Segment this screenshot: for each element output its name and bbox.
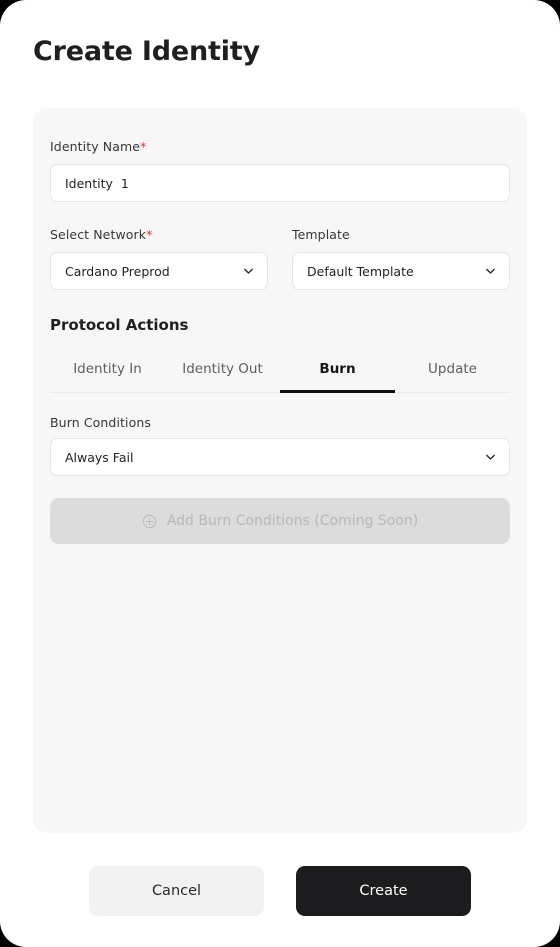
burn-conditions-label: Burn Conditions [50,415,151,430]
template-select[interactable]: Default Template [292,252,510,290]
network-template-row: Select Network* Cardano Preprod Template… [50,227,510,290]
template-field-group: Template Default Template [292,227,510,290]
burn-conditions-field-group: Always Fail [50,438,510,476]
identity-name-field-group: Identity Name* [50,139,510,202]
chevron-down-icon [242,265,255,278]
add-burn-conditions-label: Add Burn Conditions (Coming Soon) [166,513,419,529]
identity-form-card: Identity Name* Select Network* Cardano P… [33,108,527,833]
protocol-actions-heading: Protocol Actions [50,316,189,334]
identity-name-label: Identity Name* [50,139,147,154]
create-identity-window: Create Identity Identity Name* Select Ne… [0,0,560,947]
network-select-value: Cardano Preprod [65,263,170,279]
required-asterisk: * [140,139,147,154]
tab-update[interactable]: Update [395,351,510,393]
cancel-button[interactable]: Cancel [89,866,264,916]
protocol-actions-tabs: Identity In Identity Out Burn Update [50,351,510,393]
network-select[interactable]: Cardano Preprod [50,252,268,290]
template-select-value: Default Template [307,263,414,279]
identity-name-input[interactable] [50,164,510,202]
template-label: Template [292,227,350,242]
chevron-down-icon [484,265,497,278]
plus-circle-icon [142,514,157,529]
footer-actions: Cancel Create [0,866,560,916]
burn-conditions-select-value: Always Fail [65,449,134,465]
chevron-down-icon [484,451,497,464]
network-field-group: Select Network* Cardano Preprod [50,227,268,290]
page-title: Create Identity [33,36,260,67]
add-burn-conditions-button[interactable]: Add Burn Conditions (Coming Soon) [50,498,510,544]
create-button[interactable]: Create [296,866,471,916]
select-network-label: Select Network* [50,227,153,242]
tab-burn[interactable]: Burn [280,351,395,393]
tab-identity-in[interactable]: Identity In [50,351,165,393]
required-asterisk: * [146,227,153,242]
burn-conditions-select[interactable]: Always Fail [50,438,510,476]
tab-identity-out[interactable]: Identity Out [165,351,280,393]
